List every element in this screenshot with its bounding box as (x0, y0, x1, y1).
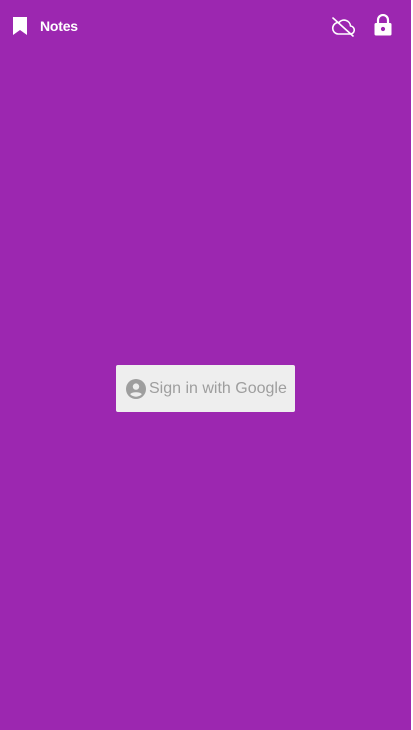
lock-icon[interactable] (374, 14, 392, 36)
main-area: Sign in with Google (0, 52, 411, 730)
app-title: Notes (40, 18, 78, 34)
google-sign-in-button[interactable]: Sign in with Google (116, 365, 295, 412)
sign-in-label: Sign in with Google (149, 379, 287, 397)
cloud-off-icon[interactable] (331, 15, 355, 37)
app-window: Notes Sign in with Google (0, 0, 413, 730)
bookmark-icon (13, 17, 27, 35)
top-bar: Notes (0, 0, 411, 52)
account-circle-icon (126, 378, 146, 399)
